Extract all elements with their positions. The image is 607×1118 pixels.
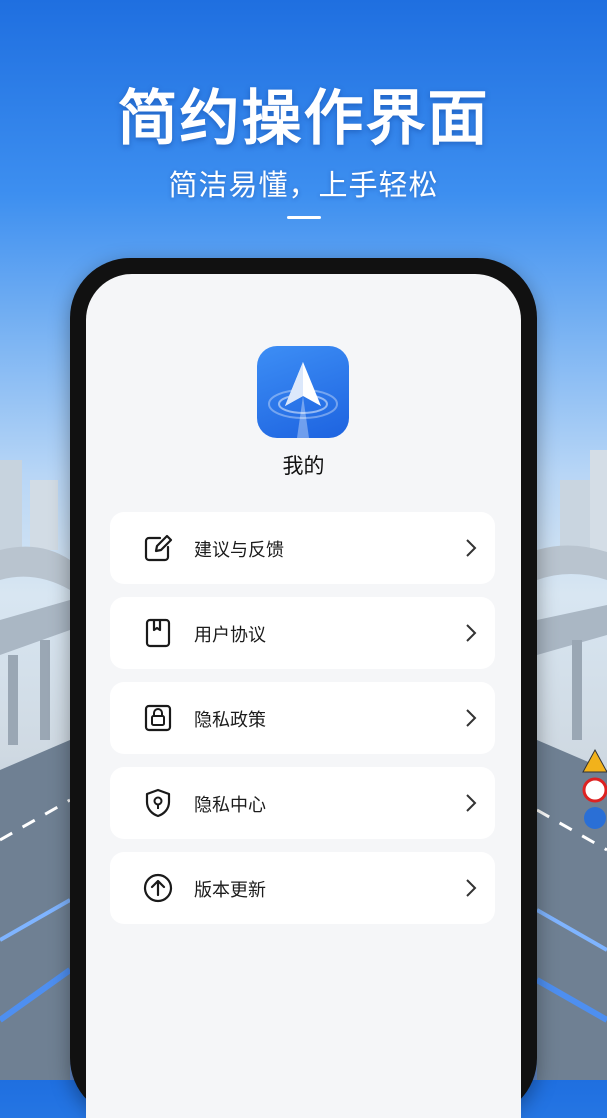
navigation-arrow-icon <box>257 346 349 438</box>
book-icon <box>145 618 171 648</box>
edit-icon <box>144 534 173 562</box>
phone-frame: 我的 建议与反馈 用户协议 隐私政策 隐私中心 版本更新 <box>70 258 537 1118</box>
chevron-right-icon <box>466 539 477 557</box>
menu-item-label: 版本更新 <box>194 880 266 901</box>
chevron-right-icon <box>466 624 477 642</box>
menu-item-label: 建议与反馈 <box>194 540 284 561</box>
upload-arrow-icon <box>143 873 173 903</box>
menu-item-privacy-center[interactable]: 隐私中心 <box>110 767 495 839</box>
chevron-right-icon <box>466 794 477 812</box>
menu-item-feedback[interactable]: 建议与反馈 <box>110 512 495 584</box>
menu-item-user-agreement[interactable]: 用户协议 <box>110 597 495 669</box>
chevron-right-icon <box>466 709 477 727</box>
promo-divider <box>287 216 321 219</box>
page-title: 我的 <box>282 454 325 478</box>
menu-item-label: 用户协议 <box>194 625 266 646</box>
promo-headline: 简约操作界面 <box>117 84 490 154</box>
promo-subline: 简洁易懂，上手轻松 <box>168 168 439 202</box>
shield-icon <box>145 788 171 818</box>
menu-item-label: 隐私中心 <box>194 795 266 816</box>
app-screen: 我的 建议与反馈 用户协议 隐私政策 隐私中心 版本更新 <box>86 274 521 1118</box>
menu-item-version-update[interactable]: 版本更新 <box>110 852 495 924</box>
menu-item-privacy-policy[interactable]: 隐私政策 <box>110 682 495 754</box>
chevron-right-icon <box>466 879 477 897</box>
settings-menu: 建议与反馈 用户协议 隐私政策 隐私中心 版本更新 <box>110 512 495 937</box>
lock-icon <box>144 704 172 732</box>
menu-item-label: 隐私政策 <box>194 710 266 731</box>
